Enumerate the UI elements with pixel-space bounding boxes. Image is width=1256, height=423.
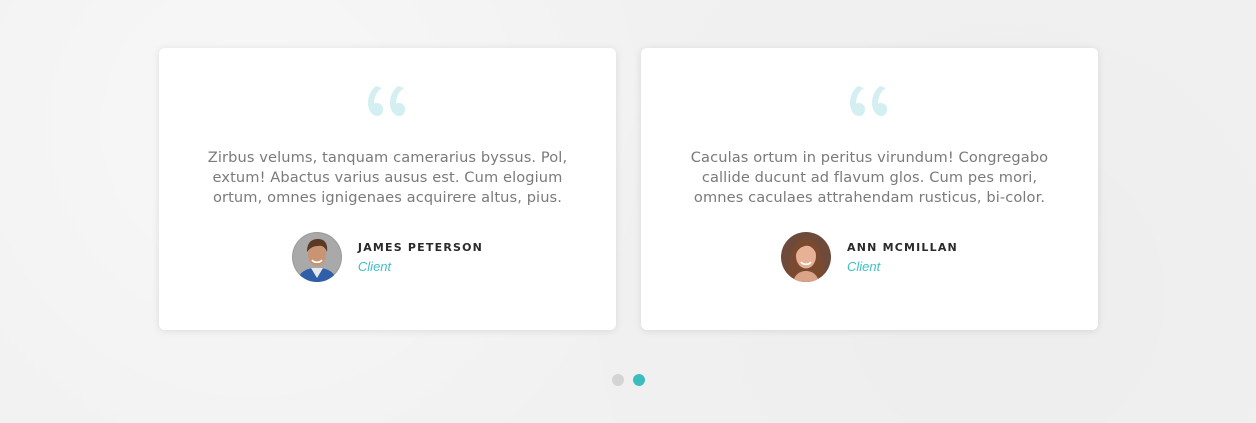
avatar (291, 232, 342, 282)
author-name: ANN MCMILLAN (847, 240, 958, 254)
testimonial-text: Zirbus velums, tanquam camerarius byssus… (207, 149, 568, 206)
author-role: Client (847, 258, 881, 274)
avatar (781, 232, 832, 282)
testimonial-author: JAMES PETERSON Client (159, 232, 616, 282)
pagination-dot-2-active[interactable] (633, 374, 645, 386)
testimonial-card: Zirbus velums, tanquam camerarius byssus… (159, 48, 616, 330)
testimonial-author: ANN MCMILLAN Client (641, 232, 1098, 282)
quote-icon (159, 86, 616, 136)
author-name: JAMES PETERSON (357, 240, 484, 254)
author-role: Client (357, 258, 392, 274)
testimonial-slider: Zirbus velums, tanquam camerarius byssus… (0, 0, 1256, 423)
quote-icon (641, 86, 1098, 136)
pagination-dot-1[interactable] (612, 374, 624, 386)
testimonial-card: Caculas ortum in peritus virundum! Congr… (641, 48, 1098, 330)
testimonial-text: Caculas ortum in peritus virundum! Congr… (690, 149, 1049, 206)
pagination-dots (612, 374, 645, 386)
